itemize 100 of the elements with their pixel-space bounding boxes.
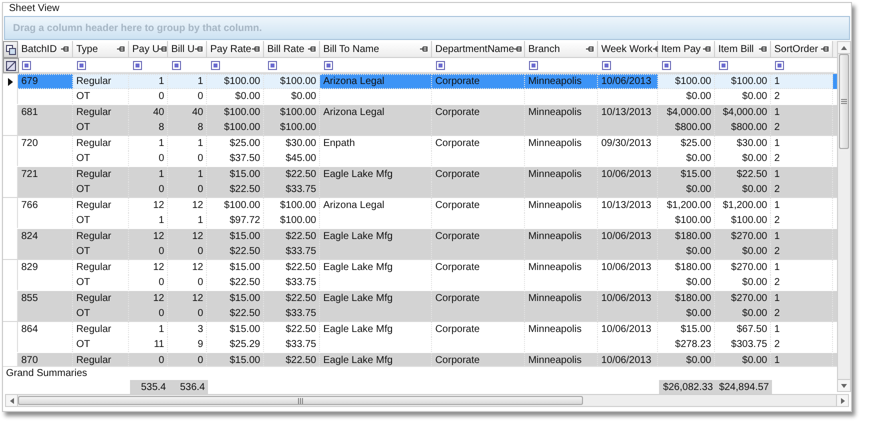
- table-cell-text: Eagle Lake Mfg: [323, 261, 393, 275]
- filter-icon[interactable]: [529, 60, 538, 70]
- summary-cell: $24,894.57: [716, 380, 772, 394]
- grip-icon: [841, 99, 847, 104]
- table-cell-text: Arizona Legal: [323, 106, 384, 120]
- filter-icon[interactable]: [77, 60, 86, 70]
- vertical-scrollbar[interactable]: [837, 41, 851, 392]
- summary-cell: $26,082.33: [659, 380, 716, 394]
- table-cell-text: 1: [774, 168, 780, 182]
- table-cell-text: 864: [21, 323, 38, 337]
- table-cell-text: Corporate: [435, 261, 480, 275]
- table-cell-text: OT: [76, 214, 90, 228]
- table-cell-text: $0.00: [742, 152, 768, 166]
- scrollbar-thumb[interactable]: [839, 54, 849, 149]
- table-cell-text: $0.00: [235, 90, 260, 104]
- table-cell-text: $0.00: [686, 183, 712, 197]
- table-cell-text: OT: [76, 245, 90, 259]
- filter-icon[interactable]: [602, 60, 611, 70]
- table-cell-text: $0.00: [686, 354, 712, 366]
- filter-icon[interactable]: [172, 60, 181, 70]
- group-by-hint: Drag a column header here to group by that column.: [13, 22, 262, 36]
- column-header[interactable]: Bill U: [168, 41, 208, 58]
- scroll-up-icon[interactable]: [838, 42, 850, 54]
- pin-icon[interactable]: [703, 46, 712, 52]
- table-cell-text: $100.00: [280, 75, 316, 89]
- column-header[interactable]: DepartmentName: [432, 41, 526, 58]
- table-cell-text: Regular: [76, 106, 112, 120]
- table-cell-text: 09/30/2013: [601, 137, 652, 151]
- table-cell-text: 12: [153, 292, 164, 306]
- table-row[interactable]: 870 Regular 0 0 $15.00 $22.50 Eagle Lake Mfg Corporate Minneapolis 10/06/2013 $0.00 $0.00 1: [3, 352, 837, 366]
- column-header[interactable]: Bill Rate: [264, 41, 320, 58]
- horizontal-scrollbar[interactable]: [5, 394, 849, 407]
- table-cell-text: 40: [192, 106, 204, 120]
- table-cell-text: $15.00: [680, 168, 712, 182]
- column-header[interactable]: Item Pay: [658, 41, 716, 58]
- filter-icon[interactable]: [436, 60, 445, 70]
- scroll-right-icon[interactable]: [836, 395, 848, 406]
- column-header[interactable]: BatchID: [18, 41, 74, 58]
- column-header[interactable]: Type: [73, 41, 130, 58]
- filter-icon[interactable]: [268, 60, 277, 70]
- table-cell-text: Arizona Legal: [323, 75, 384, 89]
- table-cell-text: OT: [76, 152, 90, 166]
- table-cell-text: 0: [198, 354, 204, 366]
- table-cell-text: $0.00: [742, 245, 768, 259]
- pin-icon[interactable]: [159, 46, 168, 52]
- scroll-left-icon[interactable]: [6, 395, 18, 406]
- table-cell-text: 0: [198, 276, 204, 290]
- table-cell-text: $22.50: [286, 168, 316, 182]
- table-cell-text: $37.50: [230, 152, 260, 166]
- table-cell-text: $278.23: [675, 338, 712, 352]
- filter-icon[interactable]: [775, 60, 784, 70]
- table-cell-text: 1: [774, 261, 780, 275]
- table-cell-text: $45.00: [286, 152, 316, 166]
- filter-icon[interactable]: [133, 60, 142, 70]
- table-cell-text: 720: [21, 137, 38, 151]
- pin-icon[interactable]: [117, 46, 126, 52]
- table-cell-text: $0.00: [686, 276, 712, 290]
- pin-icon[interactable]: [420, 46, 428, 52]
- pin-icon[interactable]: [759, 46, 768, 52]
- pin-icon[interactable]: [514, 46, 522, 52]
- table-cell-text: 1: [774, 292, 780, 306]
- column-header[interactable]: Pay U: [129, 41, 168, 58]
- pin-icon[interactable]: [61, 46, 70, 52]
- table-cell-text: 2: [774, 183, 780, 197]
- column-header[interactable]: Week Work: [598, 41, 658, 58]
- filter-icon[interactable]: [22, 60, 31, 70]
- table-cell-text: $0.00: [686, 90, 712, 104]
- scroll-down-icon[interactable]: [838, 379, 850, 391]
- table-cell-text: 1: [774, 137, 780, 151]
- table-cell-text: 0: [158, 354, 164, 366]
- table-cell-text: $0.00: [742, 183, 768, 197]
- filter-icon[interactable]: [324, 60, 333, 70]
- table-cell-text: 1: [158, 214, 164, 228]
- column-header[interactable]: Bill To Name: [320, 41, 432, 58]
- filter-icon[interactable]: [211, 60, 220, 70]
- column-header[interactable]: Pay Rate: [207, 41, 264, 58]
- column-chooser-icon[interactable]: [3, 41, 18, 58]
- pin-icon[interactable]: [252, 46, 260, 52]
- table-row[interactable]: 679 Regular 1 1 $100.00 $100.00 Arizona Legal Corporate Minneapolis 10/06/2013 $100.00 $100.00 1 OT 0 0 $0.00 $0.00 $0.00 $0.00 2: [3, 73, 837, 104]
- filter-icon[interactable]: [662, 60, 671, 70]
- table-cell-text: Minneapolis: [528, 354, 582, 366]
- table-cell-text: Minneapolis: [528, 168, 582, 182]
- table-cell-text: 10/06/2013: [601, 292, 652, 306]
- table-cell-text: 0: [198, 152, 204, 166]
- filter-icon[interactable]: [719, 60, 728, 70]
- table-cell-text: Regular: [76, 354, 112, 366]
- pin-icon[interactable]: [308, 46, 316, 52]
- table-cell-text: $180.00: [675, 230, 712, 244]
- column-header[interactable]: SortOrder: [771, 41, 834, 58]
- table-cell-text: $22.50: [736, 168, 768, 182]
- clear-filter-icon[interactable]: [3, 58, 19, 73]
- column-header[interactable]: Branch: [525, 41, 598, 58]
- scrollbar-thumb[interactable]: [18, 396, 583, 405]
- table-cell-text: $22.50: [230, 307, 260, 321]
- pin-icon[interactable]: [195, 46, 204, 52]
- table-cell-text: $180.00: [675, 261, 712, 275]
- table-cell-text: $270.00: [731, 261, 768, 275]
- column-header[interactable]: Item Bill: [715, 41, 772, 58]
- pin-icon[interactable]: [821, 46, 830, 52]
- pin-icon[interactable]: [586, 46, 594, 52]
